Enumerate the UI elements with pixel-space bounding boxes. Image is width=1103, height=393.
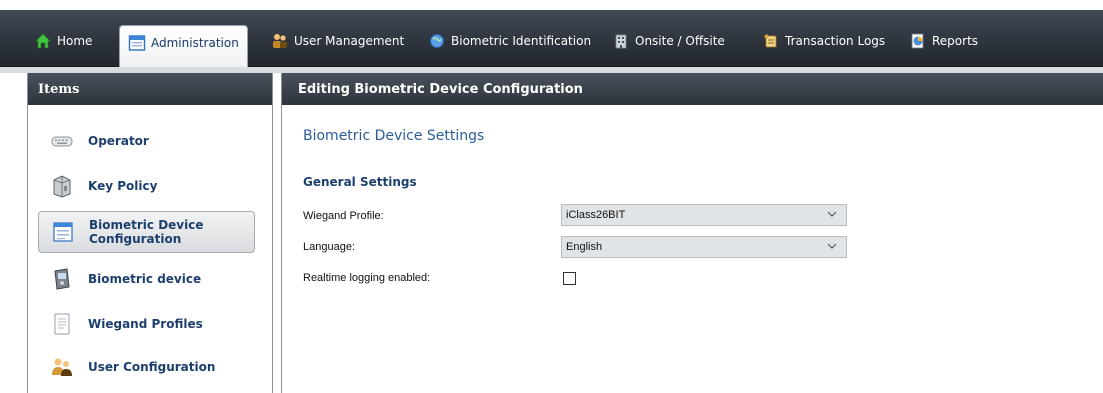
users-config-icon	[50, 355, 74, 379]
editor-panel: Editing Biometric Device Configuration B…	[281, 73, 1103, 393]
realtime-logging-label: Realtime logging enabled:	[303, 272, 431, 284]
tab-biometric-identification[interactable]: Biometric Identification	[428, 27, 591, 55]
language-value: English	[566, 241, 603, 253]
sidebar-item-label: Biometric Device Configuration	[89, 218, 204, 246]
tab-user-management[interactable]: User Management	[271, 27, 404, 55]
globe-icon	[428, 32, 446, 50]
items-panel-title: Items	[28, 73, 272, 105]
tab-reports[interactable]: Reports	[909, 27, 978, 55]
sidebar-item-key-policy[interactable]: Key Policy	[38, 165, 255, 207]
sidebar-item-label: Biometric device	[88, 272, 202, 286]
reports-icon	[909, 32, 927, 50]
keyboard-icon	[50, 129, 74, 153]
tab-administration[interactable]: Administration	[119, 25, 248, 69]
document-icon	[50, 312, 74, 336]
tab-home[interactable]: Home	[34, 27, 92, 55]
tab-label: Onsite / Offsite	[635, 34, 725, 48]
wiegand-profile-value: iClass26BIT	[566, 209, 626, 221]
sidebar-item-user-configuration[interactable]: User Configuration	[38, 346, 255, 388]
section-title: Biometric Device Settings	[303, 128, 485, 144]
language-label: Language:	[303, 241, 355, 253]
chevron-down-icon	[826, 208, 838, 220]
sidebar-item-wiegand-profiles[interactable]: Wiegand Profiles	[38, 303, 255, 345]
group-title: General Settings	[303, 175, 417, 189]
top-strip	[0, 0, 1103, 10]
sidebar-item-label: User Configuration	[88, 360, 216, 374]
wiegand-profile-label: Wiegand Profile:	[303, 210, 384, 222]
biometric-device-icon	[50, 267, 74, 291]
home-icon	[34, 32, 52, 50]
items-panel: Items Operator Key Policy Biometric Devi…	[27, 73, 273, 393]
window-icon	[128, 34, 146, 52]
building-icon	[612, 32, 630, 50]
language-select[interactable]: English	[561, 236, 847, 258]
tab-label: Reports	[932, 34, 979, 48]
sidebar-item-label: Wiegand Profiles	[88, 317, 203, 331]
tab-transaction-logs[interactable]: Transaction Logs	[762, 27, 885, 55]
editor-panel-title: Editing Biometric Device Configuration	[282, 73, 1103, 105]
tab-label: User Management	[294, 34, 405, 48]
realtime-logging-checkbox[interactable]	[563, 272, 576, 285]
sidebar-item-label: Operator	[88, 134, 149, 148]
tab-label: Transaction Logs	[785, 34, 886, 48]
key-policy-icon	[50, 174, 74, 198]
tab-onsite-offsite[interactable]: Onsite / Offsite	[612, 27, 725, 55]
main-navbar: Home Administration User Management Biom…	[0, 10, 1103, 69]
sidebar-item-biometric-device-configuration[interactable]: Biometric Device Configuration	[38, 211, 255, 253]
sidebar-item-biometric-device[interactable]: Biometric device	[38, 258, 255, 300]
tab-label: Administration	[151, 35, 239, 50]
wiegand-profile-select[interactable]: iClass26BIT	[561, 204, 847, 226]
users-icon	[271, 32, 289, 50]
sidebar-item-operator[interactable]: Operator	[38, 120, 255, 162]
sidebar-item-label: Key Policy	[88, 179, 158, 193]
tab-label: Home	[57, 34, 93, 48]
chevron-down-icon	[826, 240, 838, 252]
tab-label: Biometric Identification	[451, 34, 592, 48]
app-window: Home Administration User Management Biom…	[0, 0, 1103, 393]
scroll-icon	[762, 32, 780, 50]
device-config-icon	[51, 220, 75, 244]
